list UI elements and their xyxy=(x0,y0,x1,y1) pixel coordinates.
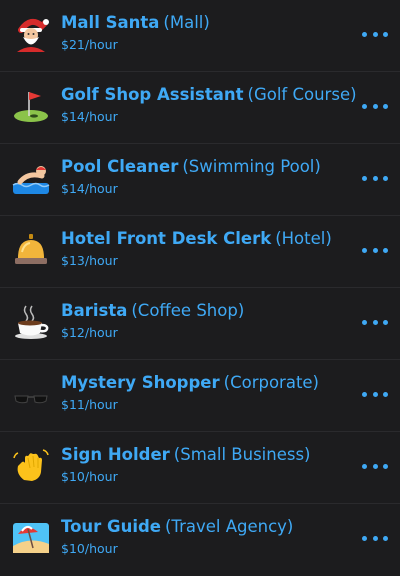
waving-hand-icon xyxy=(12,446,50,484)
job-row-hotel-front-desk-clerk[interactable]: Hotel Front Desk Clerk (Hotel) $13/hour xyxy=(0,216,400,288)
sunglasses-icon xyxy=(12,374,50,412)
job-wage: $10/hour xyxy=(61,541,118,556)
job-wage: $14/hour xyxy=(61,181,118,196)
job-text: Pool Cleaner (Swimming Pool) $14/hour xyxy=(61,156,350,197)
job-wage: $10/hour xyxy=(61,469,118,484)
santa-icon xyxy=(12,14,50,52)
job-place: (Corporate) xyxy=(223,373,319,392)
job-wage: $21/hour xyxy=(61,37,118,52)
job-title: Tour Guide xyxy=(61,517,161,536)
swimmer-icon xyxy=(12,158,50,196)
job-wage: $12/hour xyxy=(61,325,118,340)
job-text: Hotel Front Desk Clerk (Hotel) $13/hour xyxy=(61,228,350,269)
job-place: (Swimming Pool) xyxy=(182,157,321,176)
job-row-mall-santa[interactable]: Mall Santa (Mall) $21/hour xyxy=(0,0,400,72)
job-title: Mall Santa xyxy=(61,13,160,32)
job-text: Sign Holder (Small Business) $10/hour xyxy=(61,444,350,485)
job-title: Hotel Front Desk Clerk xyxy=(61,229,272,248)
job-place: (Golf Course) xyxy=(247,85,357,104)
job-text: Tour Guide (Travel Agency) $10/hour xyxy=(61,516,350,557)
job-row-tour-guide[interactable]: Tour Guide (Travel Agency) $10/hour xyxy=(0,504,400,576)
job-row-pool-cleaner[interactable]: Pool Cleaner (Swimming Pool) $14/hour xyxy=(0,144,400,216)
more-options-button[interactable] xyxy=(362,387,388,401)
more-options-button[interactable] xyxy=(362,315,388,329)
job-title: Sign Holder xyxy=(61,445,170,464)
job-place: (Hotel) xyxy=(275,229,332,248)
more-options-button[interactable] xyxy=(362,531,388,545)
job-title: Mystery Shopper xyxy=(61,373,220,392)
job-title: Pool Cleaner xyxy=(61,157,179,176)
job-place: (Travel Agency) xyxy=(164,517,294,536)
more-options-button[interactable] xyxy=(362,171,388,185)
job-text: Mystery Shopper (Corporate) $11/hour xyxy=(61,372,350,413)
job-place: (Coffee Shop) xyxy=(131,301,245,320)
job-text: Barista (Coffee Shop) $12/hour xyxy=(61,300,350,341)
job-list: Mall Santa (Mall) $21/hour Golf Shop Assi… xyxy=(0,0,400,570)
job-row-sign-holder[interactable]: Sign Holder (Small Business) $10/hour xyxy=(0,432,400,504)
more-options-button[interactable] xyxy=(362,459,388,473)
job-text: Mall Santa (Mall) $21/hour xyxy=(61,12,350,53)
bellhop-bell-icon xyxy=(12,230,50,268)
beach-umbrella-icon xyxy=(12,518,50,556)
golf-flag-icon xyxy=(12,86,50,124)
job-place: (Small Business) xyxy=(173,445,311,464)
more-options-button[interactable] xyxy=(362,99,388,113)
job-place: (Mall) xyxy=(163,13,210,32)
coffee-cup-icon xyxy=(12,302,50,340)
more-options-button[interactable] xyxy=(362,243,388,257)
job-row-mystery-shopper[interactable]: Mystery Shopper (Corporate) $11/hour xyxy=(0,360,400,432)
job-title: Golf Shop Assistant xyxy=(61,85,244,104)
job-wage: $13/hour xyxy=(61,253,118,268)
job-text: Golf Shop Assistant (Golf Course) $14/hou… xyxy=(61,84,357,125)
job-title: Barista xyxy=(61,301,128,320)
job-row-golf-shop-assistant[interactable]: Golf Shop Assistant (Golf Course) $14/hou… xyxy=(0,72,400,144)
more-options-button[interactable] xyxy=(362,27,388,41)
job-row-barista[interactable]: Barista (Coffee Shop) $12/hour xyxy=(0,288,400,360)
job-wage: $14/hour xyxy=(61,109,118,124)
job-wage: $11/hour xyxy=(61,397,118,412)
